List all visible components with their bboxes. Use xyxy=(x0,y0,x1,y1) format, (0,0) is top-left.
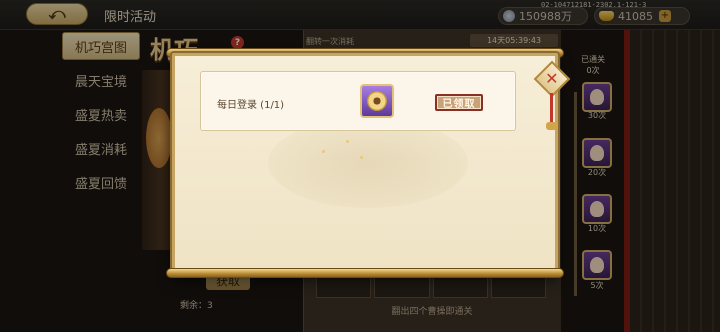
reward-item[interactable] xyxy=(360,84,394,118)
task-label: 每日登录 (1/1) xyxy=(217,100,285,111)
close-icon: ✕ xyxy=(545,69,559,88)
tassel-knot xyxy=(546,122,557,130)
sparkle-icon xyxy=(360,156,363,159)
scroll-roller-bottom xyxy=(166,268,564,278)
sparkle-icon xyxy=(346,140,349,143)
task-row-daily-login: 每日登录 (1/1) 已领取 xyxy=(200,71,516,131)
sparkle-icon xyxy=(322,150,325,153)
flower-reward-icon xyxy=(367,91,387,111)
modal-watermark xyxy=(268,118,468,208)
claimed-badge: 已领取 xyxy=(435,94,483,111)
